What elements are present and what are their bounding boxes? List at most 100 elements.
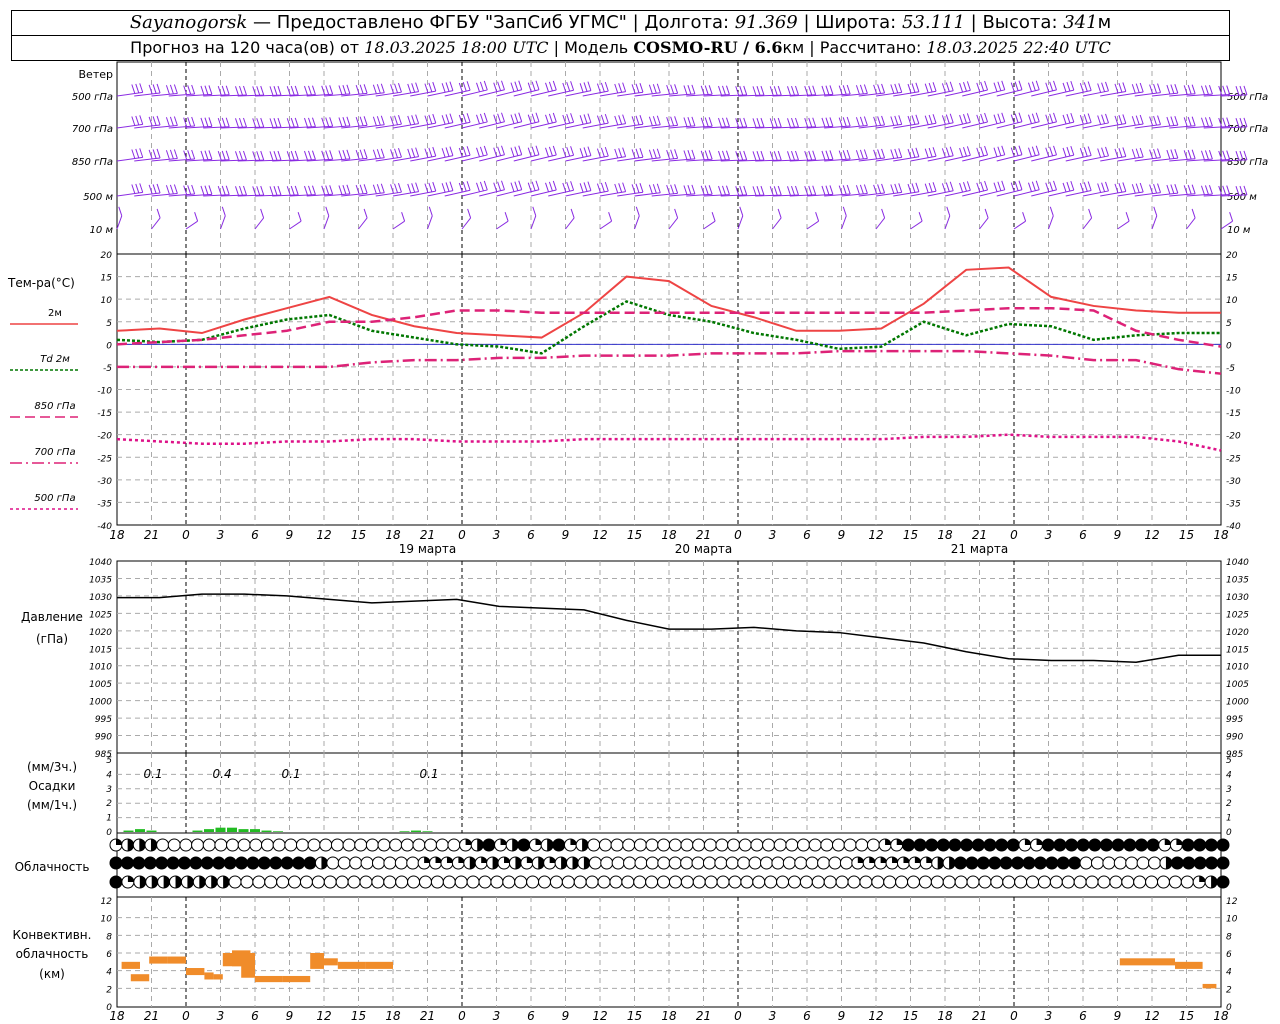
wind-barb-feather [445,82,450,92]
cloud-cover-circle [1168,875,1182,889]
wind-barb-feather [363,184,368,194]
wind-barb-feather [825,185,830,195]
temp-y-tick: -30 [97,477,112,487]
cloud-cover-circle [214,838,228,852]
wind-barb-feather [980,146,985,157]
x-tick-label: 3 [1045,1009,1053,1023]
wind-barb-feather [397,183,402,193]
wind-barb-feather [604,113,609,124]
wind-barb-feather [773,86,778,96]
wind-barb-feather [277,150,282,161]
cloud-cover-half [187,876,194,888]
cloud-cover-circle [622,838,636,852]
wind-barb-feather [394,148,398,158]
wind-barb-feather [1153,115,1158,126]
pressure-y-tick: 1015 [89,645,112,655]
cloud-cover-circle [598,838,612,852]
cloud-cover-circle [223,856,237,870]
cloud-cover-circle [727,838,741,852]
cloud-cover-half [139,839,146,851]
wind-barb-feather [566,181,571,192]
cloud-cover-circle [782,856,796,870]
wind-barb-feather [579,115,584,125]
cloud-cover-quarter [1176,839,1183,845]
wind-barb-feather [1097,83,1102,93]
wind-barb-feather [1187,149,1192,160]
cloud-cover-circle [1133,875,1147,889]
wind-barb-feather [894,83,899,94]
cloud-cover-circle [871,875,885,889]
x-tick-label: 3 [217,1009,225,1023]
wind-barb-feather [152,149,157,159]
x-tick-label: 21 [696,528,711,542]
cloud-cover-circle [609,875,623,889]
wind-barb-feather [449,113,454,123]
cloud-cover-quarter [127,876,134,882]
wind-barb-feather [959,182,964,193]
wind-barb-feather [855,117,860,127]
wind-barb-feather [587,81,592,91]
cloud-cover-circle [714,856,728,870]
wind-barb-feather [1191,208,1196,219]
cloud-cover-circle [347,875,361,889]
wind-barb-feather [787,86,791,96]
wind-barb-feather [204,185,209,195]
wind-barb-feather [984,80,989,91]
wind-barb-feather [725,117,730,127]
wind-barb-feather [708,185,713,195]
x-tick-label: 15 [627,1009,642,1023]
wind-barb-feather [656,115,661,125]
wind-barb-feather [407,148,412,159]
wind-barb-feather [380,115,385,125]
wind-barb-feather [466,113,471,123]
wind-barb-feather [670,184,675,194]
wind-barb-feather [1087,181,1092,191]
x-tick-label: 18 [385,1009,401,1023]
wind-barb-feather [997,113,1002,123]
wind-barb-feather [325,150,330,160]
precip-bar [261,830,272,832]
cloud-cover-circle [600,856,614,870]
cloud-cover-circle [811,875,825,889]
wind-barb-feather [993,147,998,157]
cloud-cover-circle [1085,875,1099,889]
wind-barb-feather [1170,116,1175,126]
wind-barb-feather [1139,82,1144,93]
wind-barb-feather [815,212,820,222]
wind-barb-feather [1035,80,1040,90]
pressure-y-tick: 1015 [1226,645,1249,655]
wind-barb-feather [235,186,239,196]
precip-y-tick: 1 [106,814,112,824]
wind-barb-feather [997,146,1002,156]
wind-barb-feather [583,182,588,192]
cloud-cover-quarter [885,839,892,845]
wind-barb-feather [743,150,748,161]
wind-barb-feather [924,83,929,93]
pressure-title: Давление [21,610,83,624]
wind-barb-feather [329,150,334,160]
wind-barb-feather [548,181,553,192]
cloud-cover-circle [292,856,306,870]
cloud-cover-circle [412,838,426,852]
wind-barb-feather [915,114,920,124]
wind-barb-feather [407,83,412,94]
precip-title-1h: (мм/1ч.) [27,798,77,812]
wind-barb-staff [944,215,951,230]
wind-barb-feather [704,150,709,160]
wind-barb-feather [1131,116,1136,126]
wind-barb-staff [392,220,405,230]
wind-barb-feather [1070,145,1075,156]
wind-barb-feather [1031,81,1036,91]
wind-barb-feather [1101,182,1106,192]
wind-barb-feather [877,84,882,94]
wind-barb-feather [325,206,330,217]
cloud-cover-circle [971,838,985,852]
wind-barb-feather [777,208,782,219]
wind-barb-feather [859,149,864,160]
temp-y-tick: -5 [103,364,112,374]
wind-barb-feather [980,113,985,124]
wind-barb-feather [743,117,748,128]
wind-barb-feather [307,150,312,161]
precip-y-tick: 2 [106,799,112,809]
conv-y-tick: 12 [1226,897,1238,907]
